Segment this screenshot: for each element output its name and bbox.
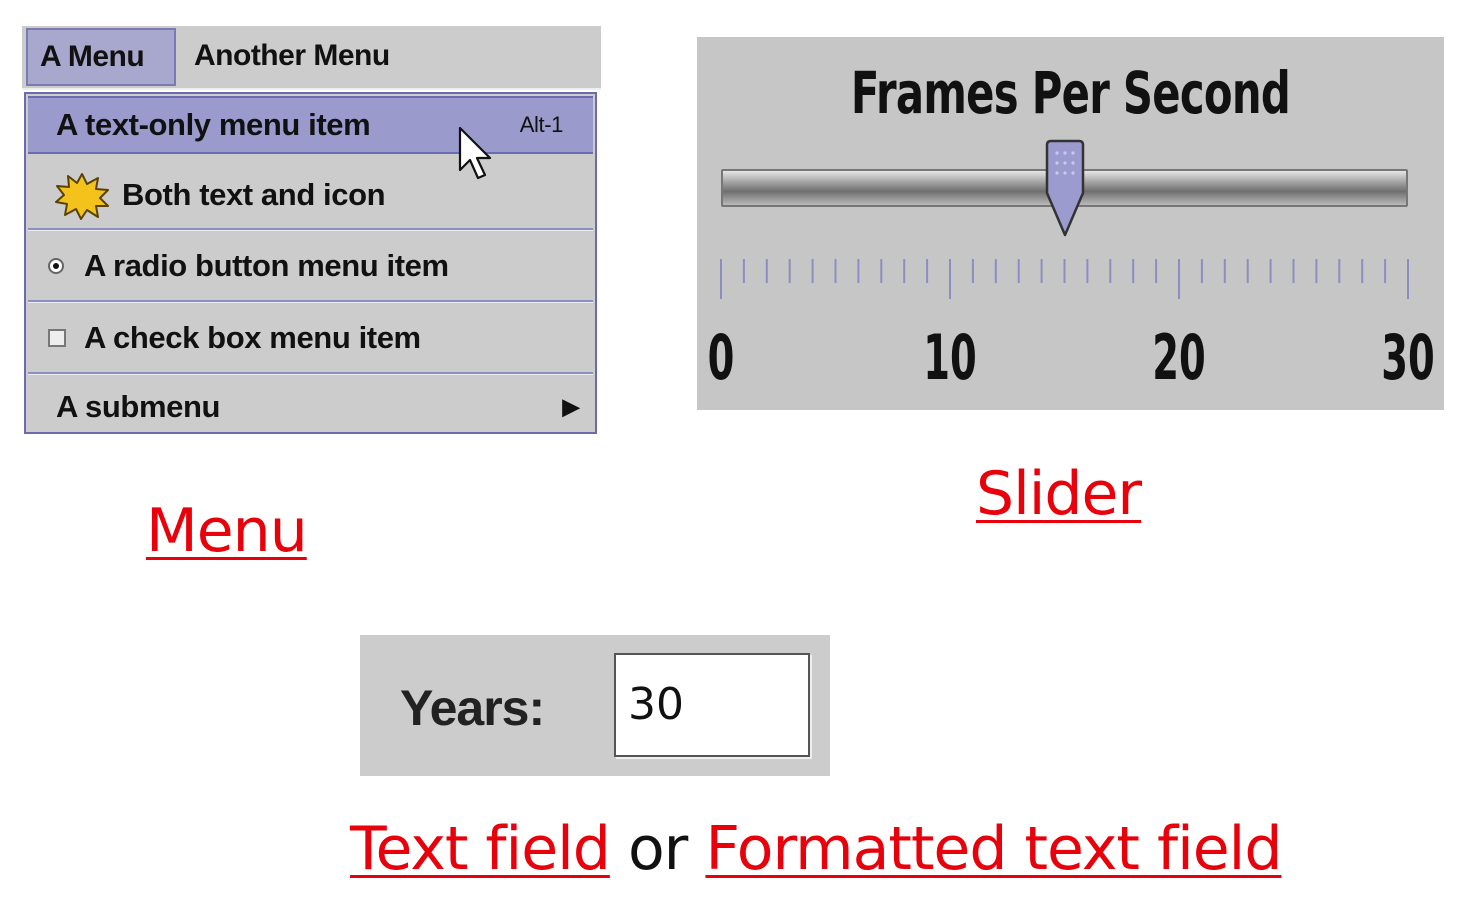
checkbox-unchecked-icon xyxy=(48,329,66,347)
tick-label: 30 xyxy=(1381,321,1435,394)
menu-item-radio[interactable]: A radio button menu item xyxy=(28,234,593,298)
formatted-text-field-caption-link[interactable]: Formatted text field xyxy=(705,814,1282,884)
menu-item-submenu[interactable]: A submenu ▶ xyxy=(28,378,593,434)
menu-caption-link[interactable]: Menu xyxy=(146,496,308,566)
textfield-caption: Text field or Formatted text field xyxy=(350,814,1282,884)
menu-item-text-only[interactable]: A text-only menu item Alt-1 xyxy=(28,96,593,154)
menu-a-menu-label: A Menu xyxy=(40,40,145,73)
menu-dropdown: A text-only menu item Alt-1 Both text an… xyxy=(24,92,597,434)
years-text-field[interactable]: 30 xyxy=(614,653,810,757)
menu-separator xyxy=(28,228,593,231)
slider-ticks xyxy=(720,259,1409,299)
textfield-demo: Years: 30 xyxy=(360,635,830,776)
starburst-icon xyxy=(55,173,109,220)
menu-a-menu[interactable]: A Menu xyxy=(26,28,176,86)
menu-item-submenu-label: A submenu xyxy=(56,389,221,424)
accelerator-label: Alt-1 xyxy=(519,112,564,137)
text-field-caption-link[interactable]: Text field xyxy=(350,814,611,884)
slider-caption-link[interactable]: Slider xyxy=(976,459,1142,529)
menu-demo: A Menu Another Menu A text-only menu ite… xyxy=(22,26,601,436)
menu-item-radio-label: A radio button menu item xyxy=(84,248,449,283)
years-label: Years: xyxy=(400,680,545,736)
radio-selected-icon xyxy=(48,258,64,274)
menu-item-text-and-icon[interactable]: Both text and icon xyxy=(28,164,593,226)
menu-item-text-only-label: A text-only menu item xyxy=(56,107,371,142)
menu-item-checkbox-label: A check box menu item xyxy=(84,320,421,355)
caption-or: or xyxy=(627,814,688,884)
slider-demo: Frames Per Second 0 10 20 30 xyxy=(697,37,1444,410)
tick-label: 0 xyxy=(707,321,735,394)
menu-item-text-and-icon-label: Both text and icon xyxy=(122,177,386,212)
menu-another-menu-label: Another Menu xyxy=(194,39,390,72)
tick-label: 10 xyxy=(923,321,977,394)
menu-item-checkbox[interactable]: A check box menu item xyxy=(28,306,593,370)
menu-separator xyxy=(28,372,593,375)
menu-separator xyxy=(28,300,593,303)
menu-bar: A Menu Another Menu xyxy=(22,26,601,90)
submenu-arrow-icon: ▶ xyxy=(562,394,579,419)
menu-another-menu[interactable]: Another Menu xyxy=(194,26,390,86)
tick-label: 20 xyxy=(1152,321,1206,394)
